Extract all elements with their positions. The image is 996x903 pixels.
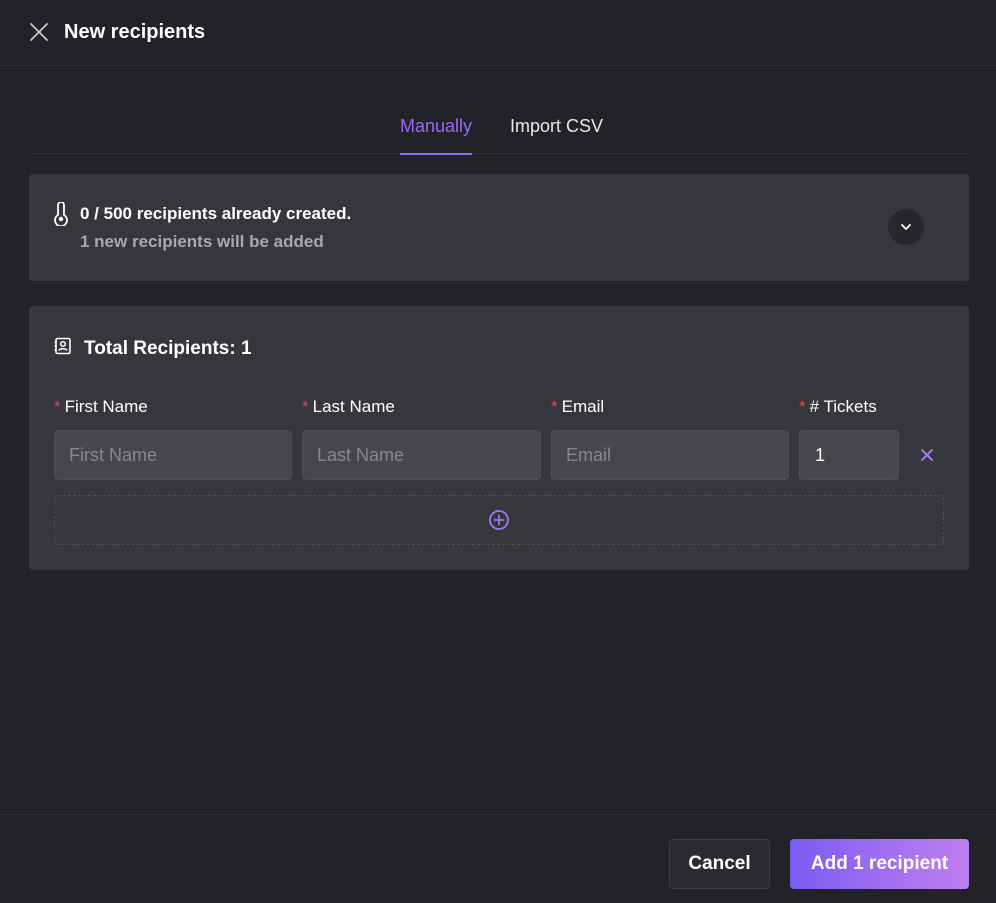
quota-summary: 0 / 500 recipients already created.: [80, 204, 352, 223]
first-name-label-text: First Name: [64, 397, 148, 416]
required-marker: *: [54, 397, 61, 416]
email-label-text: Email: [561, 397, 605, 416]
email-label: * Email: [551, 397, 604, 417]
total-recipients-label: Total Recipients: 1: [84, 338, 252, 359]
plus-circle-icon: [489, 510, 509, 530]
tab-import-csv[interactable]: Import CSV: [510, 116, 603, 154]
recipients-quota-card: 0 / 500 recipients already created. 1 ne…: [29, 174, 969, 281]
last-name-input[interactable]: [302, 430, 541, 480]
close-icon: [30, 23, 48, 41]
first-name-label: * First Name: [54, 397, 148, 417]
recipients-form-card: Total Recipients: 1 * First Name * Last Na…: [29, 306, 969, 570]
remove-row-button[interactable]: [917, 445, 937, 465]
quota-detail: 1 new recipients will be added: [80, 232, 324, 251]
tab-manually[interactable]: Manually: [400, 116, 473, 155]
required-marker: *: [302, 397, 309, 416]
dialog-title: New recipients: [64, 21, 206, 43]
add-recipient-button[interactable]: Add 1 recipient: [790, 839, 969, 889]
last-name-label-text: Last Name: [312, 397, 395, 416]
close-button[interactable]: [27, 20, 51, 44]
thermometer-icon: [54, 202, 68, 226]
dialog-header: New recipients: [0, 0, 996, 66]
required-marker: *: [551, 397, 558, 416]
tickets-label: * # Tickets: [799, 397, 877, 417]
contacts-icon: [54, 337, 71, 355]
expand-button[interactable]: [888, 209, 924, 245]
last-name-label: * Last Name: [302, 397, 395, 417]
tickets-label-text: # Tickets: [809, 397, 877, 416]
chevron-down-icon: [901, 224, 911, 230]
dialog-footer: Cancel Add 1 recipient: [0, 814, 996, 903]
close-icon: [921, 449, 933, 461]
first-name-input[interactable]: [54, 430, 292, 480]
tab-bar: Manually Import CSV: [29, 100, 969, 155]
cancel-button[interactable]: Cancel: [669, 839, 770, 889]
email-input[interactable]: [551, 430, 789, 480]
tickets-input[interactable]: [799, 430, 899, 480]
add-row-button[interactable]: [54, 495, 944, 545]
required-marker: *: [799, 397, 806, 416]
